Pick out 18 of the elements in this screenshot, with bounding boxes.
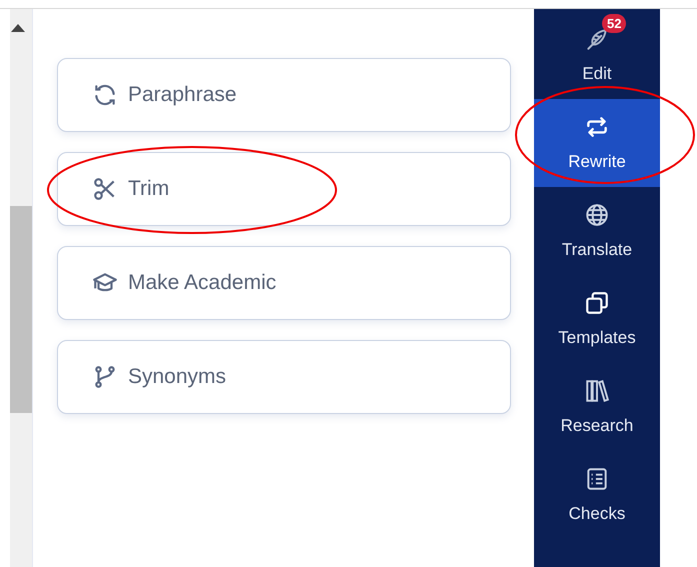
option-button[interactable]: Paraphrase xyxy=(57,58,511,132)
nav-item[interactable]: Translate xyxy=(534,187,660,275)
count-badge: 52 xyxy=(602,14,626,33)
scroll-thumb[interactable] xyxy=(10,206,32,413)
option-button[interactable]: Synonyms xyxy=(57,340,511,414)
nav-item[interactable]: 52 Edit xyxy=(534,11,660,99)
option-button[interactable]: Trim xyxy=(57,152,511,226)
globe-icon xyxy=(584,202,610,228)
nav-item[interactable]: Templates xyxy=(534,275,660,363)
nav-item[interactable]: Checks xyxy=(534,451,660,539)
nav-item[interactable]: Research xyxy=(534,363,660,451)
swap-arrows-icon xyxy=(584,114,610,140)
windows-icon xyxy=(584,290,610,316)
scrollbar[interactable] xyxy=(10,9,32,567)
books-icon xyxy=(584,378,610,404)
option-button[interactable]: Make Academic xyxy=(57,246,511,320)
scroll-up-icon[interactable] xyxy=(11,24,25,33)
nav-item[interactable]: Rewrite xyxy=(534,99,660,187)
